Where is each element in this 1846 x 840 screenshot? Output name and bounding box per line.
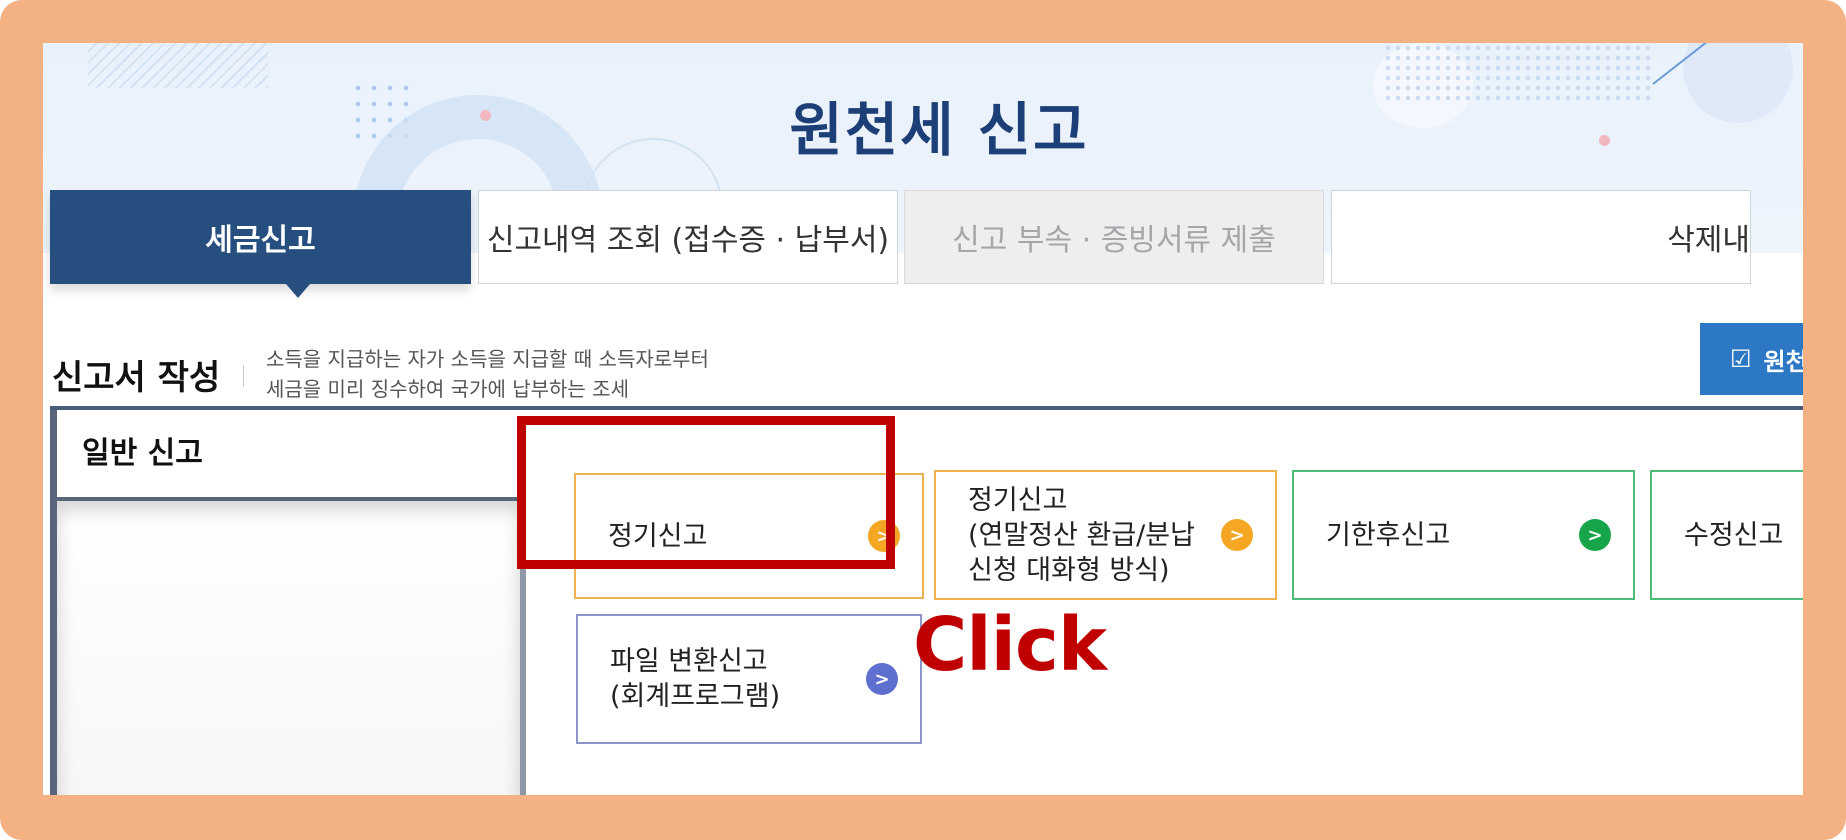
card-label-line: 정기신고 bbox=[968, 484, 1068, 516]
section-divider bbox=[243, 365, 244, 387]
chevron-right-icon: > bbox=[1221, 519, 1253, 551]
active-tab-caret bbox=[286, 284, 310, 298]
tab-bar: 세금신고 신고내역 조회 (접수증 · 납부서) 신고 부속 · 증빙서류 제출… bbox=[50, 190, 1803, 300]
card-file-conversion-filing[interactable]: 파일 변환신고 (회계프로그램) > bbox=[576, 614, 922, 744]
card-amended-filing[interactable]: 수정신고 > bbox=[1650, 470, 1803, 600]
card-regular-filing-year-end[interactable]: 정기신고 (연말정산 환급/분납 신청 대화형 방식) > bbox=[934, 470, 1277, 600]
chevron-right-icon: > bbox=[866, 663, 898, 695]
section-header: 신고서 작성 소득을 지급하는 자가 소득을 지급할 때 소득자로부터 세금을 … bbox=[52, 343, 1052, 413]
section-description: 소득을 지급하는 자가 소득을 지급할 때 소득자로부터 세금을 미리 징수하여… bbox=[266, 344, 709, 404]
edit-check-icon: ☑ bbox=[1730, 345, 1752, 373]
card-label-line: (연말정산 환급/분납 bbox=[968, 519, 1195, 551]
section-title: 신고서 작성 bbox=[52, 358, 221, 398]
card-label: 파일 변환신고 (회계프로그램) bbox=[610, 644, 780, 714]
click-annotation: Click bbox=[913, 602, 1107, 688]
click-highlight-box bbox=[517, 416, 895, 569]
card-label-line: (회계프로그램) bbox=[610, 681, 781, 712]
card-label-line: 파일 변환신고 bbox=[610, 646, 768, 677]
card-label-line: 신청 대화형 방식) bbox=[968, 554, 1170, 586]
card-label: 정기신고 (연말정산 환급/분납 신청 대화형 방식) bbox=[968, 483, 1195, 588]
withholding-action-label: 원천 bbox=[1763, 347, 1803, 376]
section-description-line: 소득을 지급하는 자가 소득을 지급할 때 소득자로부터 bbox=[266, 347, 709, 371]
screenshot-frame: 원천세 신고 세금신고 신고내역 조회 (접수증 · 납부서) 신고 부속 · … bbox=[0, 0, 1846, 840]
decoration-stripes bbox=[88, 43, 268, 88]
card-label: 기한후신고 bbox=[1326, 519, 1451, 551]
sidebar: 일반 신고 bbox=[50, 410, 526, 795]
tab-deleted[interactable]: 삭제내 bbox=[1331, 190, 1751, 284]
chevron-right-icon: > bbox=[1579, 519, 1611, 551]
section-description-line: 세금을 미리 징수하여 국가에 납부하는 조세 bbox=[266, 377, 629, 401]
tab-filing-history[interactable]: 신고내역 조회 (접수증 · 납부서) bbox=[478, 190, 898, 284]
tab-tax-filing[interactable]: 세금신고 bbox=[50, 190, 471, 284]
tab-deleted-label: 삭제내 bbox=[1667, 223, 1750, 258]
tab-attachment-submit[interactable]: 신고 부속 · 증빙서류 제출 bbox=[904, 190, 1324, 284]
withholding-action-button[interactable]: ☑ 원천 bbox=[1700, 323, 1803, 395]
card-late-filing[interactable]: 기한후신고 > bbox=[1292, 470, 1635, 600]
card-label: 수정신고 bbox=[1684, 519, 1784, 551]
page-title: 원천세 신고 bbox=[789, 96, 1089, 164]
sidebar-panel bbox=[57, 497, 526, 795]
sidebar-label: 일반 신고 bbox=[82, 436, 203, 471]
